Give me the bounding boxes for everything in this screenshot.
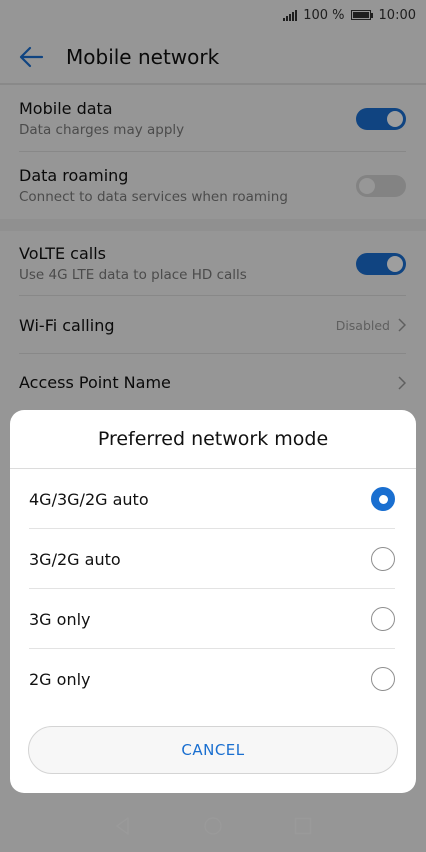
network-mode-dialog: Preferred network mode 4G/3G/2G auto 3G/… xyxy=(10,410,416,793)
option-label: 3G only xyxy=(29,609,91,629)
option-2g-only[interactable]: 2G only xyxy=(10,649,416,709)
dialog-title: Preferred network mode xyxy=(97,428,329,450)
option-label: 3G/2G auto xyxy=(29,549,121,569)
home-icon[interactable] xyxy=(203,816,223,836)
radio-unselected-icon[interactable] xyxy=(371,547,395,571)
cancel-button[interactable]: CANCEL xyxy=(28,726,398,774)
radio-unselected-icon[interactable] xyxy=(371,667,395,691)
option-label: 4G/3G/2G auto xyxy=(29,489,149,509)
option-4g-3g-2g-auto[interactable]: 4G/3G/2G auto xyxy=(10,469,416,529)
radio-selected-icon[interactable] xyxy=(371,487,395,511)
screen: 100 % 10:00 Mobile network Mobile data D… xyxy=(0,0,426,852)
recents-icon[interactable] xyxy=(293,816,313,836)
navigation-bar xyxy=(0,800,426,852)
option-label: 2G only xyxy=(29,669,91,689)
option-3g-2g-auto[interactable]: 3G/2G auto xyxy=(10,529,416,589)
back-icon[interactable] xyxy=(113,816,133,836)
option-3g-only[interactable]: 3G only xyxy=(10,589,416,649)
radio-unselected-icon[interactable] xyxy=(371,607,395,631)
